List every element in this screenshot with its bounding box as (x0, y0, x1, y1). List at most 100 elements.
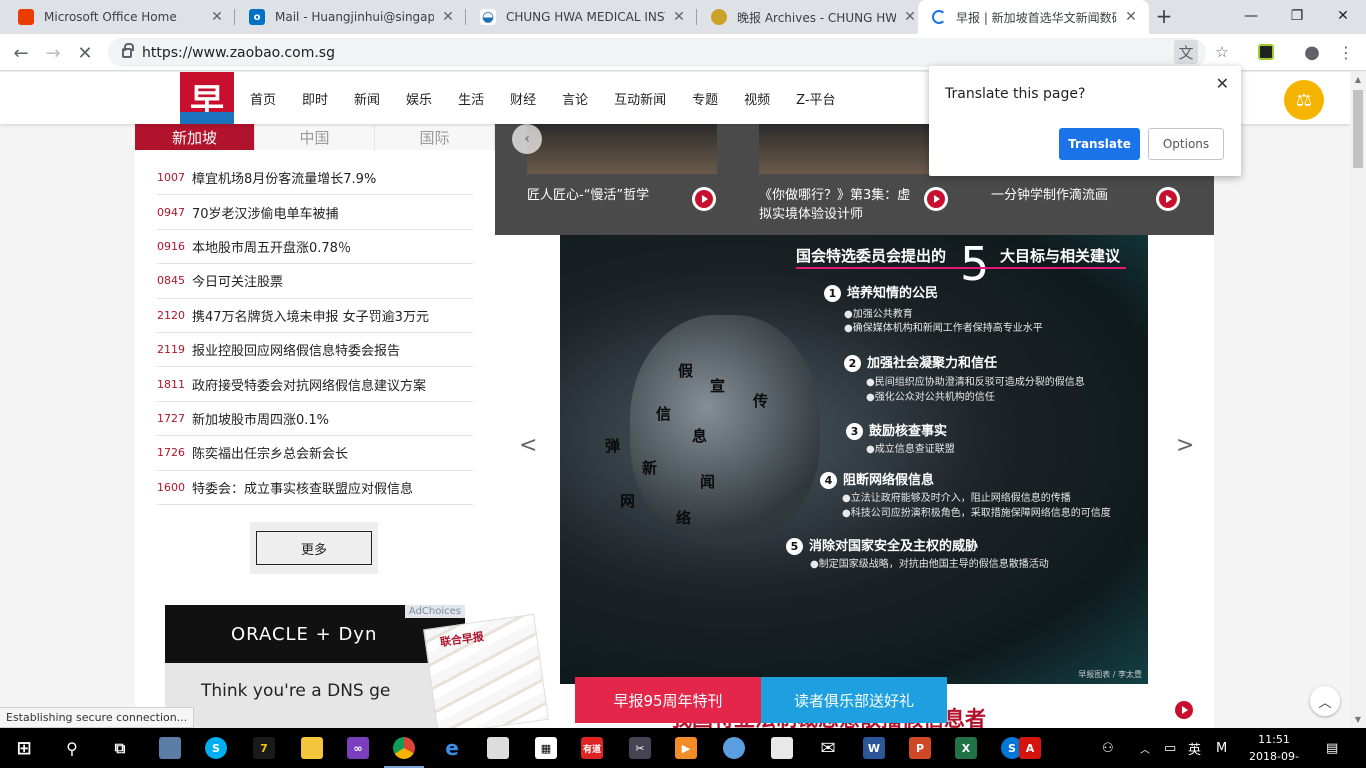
play-icon[interactable] (1172, 698, 1196, 722)
oracle-ad[interactable]: ORACLE + Dyn AdChoices Think you're a DN… (165, 605, 465, 728)
video-caption[interactable]: 一分钟学制作滴流画 (991, 186, 1151, 205)
7zip-icon[interactable]: 7 (248, 732, 280, 764)
news-headline[interactable]: 特委会：成立事实核查联盟应对假信息 (192, 478, 413, 497)
file-explorer-icon[interactable] (296, 732, 328, 764)
scroll-up-arrow[interactable]: ▲ (1350, 72, 1366, 88)
close-tab-icon[interactable]: ✕ (671, 9, 687, 25)
nav-item-news[interactable]: 新闻 (354, 89, 380, 108)
visual-studio-icon[interactable]: ∞ (342, 732, 374, 764)
video-thumbnail[interactable] (759, 124, 929, 174)
chrome-icon[interactable] (388, 732, 420, 764)
youdao-icon[interactable]: 有道 (576, 732, 608, 764)
network-icon[interactable]: ▭ (1164, 728, 1176, 768)
scroll-down-arrow[interactable]: ▼ (1350, 712, 1366, 728)
acrobat-icon[interactable]: A (1014, 732, 1046, 764)
news-headline[interactable]: 樟宜机场8月份客流量增长7.9% (192, 168, 376, 187)
news-headline[interactable]: 今日可关注股票 (192, 271, 283, 290)
scales-icon[interactable]: ⚖ (1284, 80, 1324, 120)
close-tab-icon[interactable]: ✕ (1123, 9, 1139, 25)
carousel-prev-button[interactable]: ‹ (512, 124, 542, 154)
language-indicator[interactable]: 英 (1188, 728, 1201, 768)
list-item[interactable]: 1811 政府接受特委会对抗网络假信息建议方案 (157, 367, 473, 402)
bookmark-star-icon[interactable]: ☆ (1210, 40, 1234, 64)
news-headline[interactable]: 陈奕福出任宗乡总会新会长 (192, 443, 348, 462)
readers-club-promo-button[interactable]: 读者俱乐部送好礼 (761, 677, 947, 723)
paint3d-icon[interactable] (766, 732, 798, 764)
ime-indicator[interactable]: M (1216, 728, 1227, 768)
windows-start-icon[interactable]: ⊞ (8, 732, 40, 764)
menu-icon[interactable]: ⋮ (1334, 40, 1358, 64)
list-item[interactable]: 0947 70岁老汉涉偷电单车被捕 (157, 195, 473, 230)
nav-item-interactive[interactable]: 互动新闻 (614, 89, 666, 108)
list-item[interactable]: 1600 特委会：成立事实核查联盟应对假信息 (157, 471, 473, 505)
list-item[interactable]: 1007 樟宜机场8月份客流量增长7.9% (157, 161, 473, 196)
list-item[interactable]: 2119 报业控股回应网络假信息特委会报告 (157, 333, 473, 368)
show-hidden-icons[interactable]: ︿ (1140, 728, 1150, 768)
video-caption[interactable]: 匠人匠心-“慢活”哲学 (527, 186, 697, 205)
edge-icon[interactable]: e (436, 732, 468, 764)
zaobao-logo[interactable]: 早 (180, 72, 234, 124)
nav-item-finance[interactable]: 财经 (510, 89, 536, 108)
page-scrollbar[interactable]: ▲ ▼ (1350, 72, 1366, 728)
nav-item-entertainment[interactable]: 娱乐 (406, 89, 432, 108)
news-headline[interactable]: 本地股市周五开盘涨0.78％ (192, 237, 351, 256)
restore-button[interactable]: ❐ (1274, 0, 1320, 32)
excel-icon[interactable]: X (950, 732, 982, 764)
list-item[interactable]: 2120 携47万名牌货入境未申报 女子罚逾3万元 (157, 299, 473, 333)
news-headline[interactable]: 新加坡股市周四涨0.1% (192, 409, 329, 428)
close-tab-icon[interactable]: ✕ (440, 9, 456, 25)
network-tool-icon[interactable] (154, 732, 186, 764)
search-icon[interactable]: ⚲ (56, 732, 88, 764)
media-player-icon[interactable]: ▶ (670, 732, 702, 764)
close-tab-icon[interactable]: ✕ (209, 9, 225, 25)
news-headline[interactable]: 携47万名牌货入境未申报 女子罚逾3万元 (192, 306, 429, 325)
extension-icon[interactable] (1254, 40, 1278, 64)
action-center-icon[interactable]: ▤ (1326, 728, 1338, 768)
address-bar[interactable]: https://www.zaobao.com.sg (108, 38, 1206, 67)
list-item[interactable]: 0845 今日可关注股票 (157, 264, 473, 299)
back-to-top-button[interactable]: ︿ (1310, 686, 1340, 716)
news-headline[interactable]: 报业控股回应网络假信息特委会报告 (192, 340, 400, 359)
translate-icon[interactable]: 文 (1174, 40, 1198, 64)
list-item[interactable]: 0916 本地股市周五开盘涨0.78％ (157, 230, 473, 265)
adchoices-link[interactable]: AdChoices (404, 605, 465, 618)
nav-item-home[interactable]: 首页 (250, 89, 276, 108)
tab-china[interactable]: 中国 (255, 124, 375, 150)
nav-item-realtime[interactable]: 即时 (302, 89, 328, 108)
translate-button[interactable]: Translate (1059, 128, 1140, 160)
nav-item-z-platform[interactable]: Z-平台 (796, 89, 835, 108)
browser-tab-chunghwa[interactable]: ◒ CHUNG HWA MEDICAL INSTIT ✕ (466, 0, 697, 34)
infographic-image[interactable]: 假 宣 传 信 息 弹 新 闻 网 络 国会特选委员会提出的 5 大目标与相关建… (560, 235, 1148, 684)
play-icon[interactable] (924, 187, 948, 211)
system-clock[interactable]: 11:51 2018-09-21 (1244, 731, 1304, 768)
play-icon[interactable] (692, 187, 716, 211)
mail-icon[interactable]: ✉ (812, 732, 844, 764)
profile-icon[interactable]: ● (1300, 40, 1324, 64)
browser-tab-archives[interactable]: 晚报 Archives - CHUNG HWA M ✕ (697, 0, 928, 34)
movies-icon[interactable]: ▦ (530, 732, 562, 764)
people-icon[interactable]: ⚇ (1102, 728, 1114, 768)
anniversary-promo-button[interactable]: 早报95周年特刊 (575, 677, 761, 723)
tools-icon[interactable]: ✂ (624, 732, 656, 764)
video-caption[interactable]: 《你做哪行？》第3集：虚拟实境体验设计师 (759, 186, 919, 224)
browser-tab-mail[interactable]: o Mail - Huangjinhui@singapore ✕ (235, 0, 466, 34)
more-button[interactable]: 更多 (256, 531, 372, 565)
browser-tab-office[interactable]: Microsoft Office Home ✕ (4, 0, 235, 34)
forward-button[interactable]: → (40, 40, 66, 66)
play-icon[interactable] (1156, 187, 1180, 211)
store-icon[interactable] (482, 732, 514, 764)
stop-loading-button[interactable]: ✕ (72, 40, 98, 66)
new-tab-button[interactable]: + (1152, 6, 1176, 28)
close-window-button[interactable]: ✕ (1320, 0, 1366, 32)
nav-item-lifestyle[interactable]: 生活 (458, 89, 484, 108)
close-tab-icon[interactable]: ✕ (902, 9, 918, 25)
minimize-button[interactable]: — (1228, 0, 1274, 32)
back-button[interactable]: ← (8, 40, 34, 66)
task-view-icon[interactable]: ⧉ (104, 732, 136, 764)
word-icon[interactable]: W (858, 732, 890, 764)
news-headline[interactable]: 70岁老汉涉偷电单车被捕 (192, 203, 339, 222)
slider-prev-button[interactable]: < (519, 433, 537, 458)
paint-icon[interactable] (718, 732, 750, 764)
powerpoint-icon[interactable]: P (904, 732, 936, 764)
nav-item-video[interactable]: 视频 (744, 89, 770, 108)
